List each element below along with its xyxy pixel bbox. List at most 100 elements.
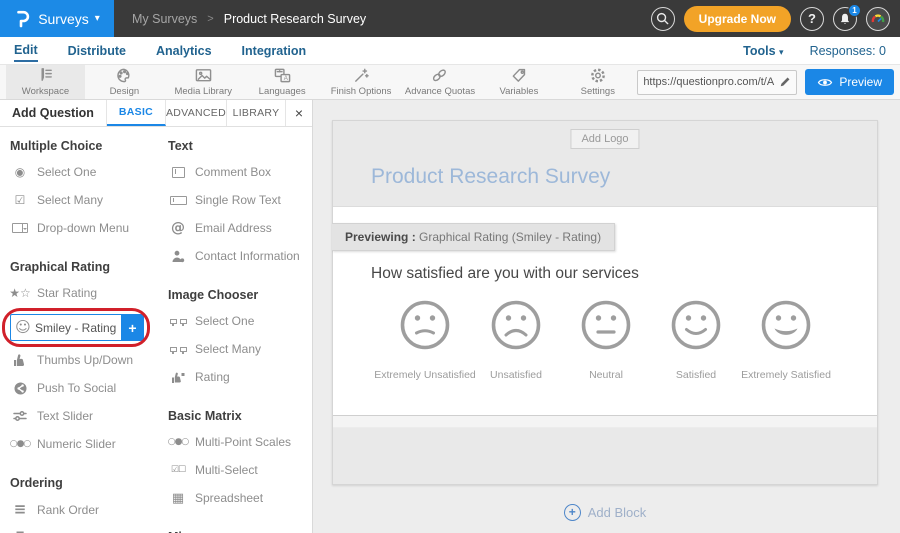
qtype-image-select-many[interactable]: Select Many bbox=[168, 342, 302, 356]
toolbar-advance-quotas[interactable]: Advance Quotas bbox=[401, 65, 480, 99]
toolbar-settings[interactable]: Settings bbox=[558, 65, 637, 99]
edit-pencil-icon[interactable] bbox=[779, 76, 791, 88]
qtype-comment-box[interactable]: Comment Box bbox=[168, 165, 302, 179]
survey-url-field[interactable] bbox=[637, 70, 797, 95]
search-button[interactable] bbox=[651, 7, 675, 31]
multi-select-icon: ☑☐ bbox=[168, 466, 188, 475]
breadcrumb-my-surveys[interactable]: My Surveys bbox=[132, 12, 197, 26]
qtype-single-row-text[interactable]: Single Row Text bbox=[168, 193, 302, 207]
tag-icon bbox=[510, 67, 528, 84]
qtype-multi-select[interactable]: ☑☐ Multi-Select bbox=[168, 463, 302, 477]
help-button[interactable]: ? bbox=[800, 7, 824, 31]
smiley-option-neutral[interactable]: Neutral bbox=[561, 299, 651, 381]
block-footer-area[interactable] bbox=[333, 416, 877, 484]
preview-button[interactable]: Preview bbox=[805, 69, 894, 95]
qtype-push-to-social[interactable]: Push To Social bbox=[10, 381, 168, 395]
breadcrumb-survey-name: Product Research Survey bbox=[224, 12, 366, 26]
nav-tab-integration[interactable]: Integration bbox=[242, 40, 307, 61]
product-switcher[interactable]: Surveys ▾ bbox=[0, 0, 114, 37]
toolbar-media-library[interactable]: Media Library bbox=[164, 65, 243, 99]
close-panel-button[interactable]: × bbox=[286, 100, 312, 126]
palette-icon bbox=[115, 67, 133, 84]
add-block-button[interactable]: + Add Block bbox=[332, 504, 878, 521]
add-smiley-rating-button[interactable]: + bbox=[121, 314, 144, 341]
toolbar-workspace[interactable]: Workspace bbox=[6, 65, 85, 99]
add-logo-button[interactable]: Add Logo bbox=[570, 129, 639, 149]
tools-menu[interactable]: Tools ▾ bbox=[743, 44, 783, 58]
smiley-option-satisfied[interactable]: Satisfied bbox=[651, 299, 741, 381]
single-row-icon bbox=[168, 196, 188, 205]
share-icon bbox=[10, 382, 30, 395]
qtype-numeric-slider[interactable]: ○●○ Numeric Slider bbox=[10, 437, 168, 451]
survey-url-input[interactable] bbox=[643, 76, 779, 88]
image-screens-icon bbox=[168, 319, 188, 324]
section-text: Text bbox=[168, 139, 302, 153]
smiley-face-icon bbox=[760, 299, 812, 351]
qtype-thumbs-up-down[interactable]: Thumbs Up/Down bbox=[10, 353, 168, 367]
tab-library[interactable]: LIBRARY bbox=[227, 100, 286, 126]
survey-nav-bar: Edit Distribute Analytics Integration To… bbox=[0, 37, 900, 64]
smiley-option-extremely-unsatisfied[interactable]: Extremely Unsatisfied bbox=[379, 299, 471, 381]
qtype-rank-order[interactable]: ≡ Rank Order bbox=[10, 502, 168, 517]
smiley-option-extremely-satisfied[interactable]: Extremely Satisfied bbox=[741, 299, 831, 381]
qtype-spreadsheet[interactable]: ▦ Spreadsheet bbox=[168, 491, 302, 505]
toolbar-variables[interactable]: Variables bbox=[479, 65, 558, 99]
toolbar-languages[interactable]: A Languages bbox=[243, 65, 322, 99]
qtype-image-rating[interactable]: Rating bbox=[168, 370, 302, 384]
question-types-column-2: Text Comment Box Single Row Text @ Email… bbox=[168, 139, 302, 533]
toolbar-finish-options[interactable]: Finish Options bbox=[322, 65, 401, 99]
nav-right-group: Tools ▾ Responses: 0 bbox=[743, 44, 886, 58]
tab-basic[interactable]: BASIC bbox=[107, 100, 166, 126]
smiley-option-unsatisfied[interactable]: Unsatisfied bbox=[471, 299, 561, 381]
thumb-rating-icon bbox=[168, 371, 188, 384]
nav-tab-distribute[interactable]: Distribute bbox=[68, 40, 126, 61]
image-icon bbox=[194, 67, 213, 84]
questionpro-logo-icon bbox=[14, 9, 32, 29]
toolbar-design[interactable]: Design bbox=[85, 65, 164, 99]
survey-title[interactable]: Product Research Survey bbox=[371, 165, 610, 189]
section-ordering: Ordering bbox=[10, 476, 168, 490]
smiley-scale: Extremely Unsatisfied Unsatisfied bbox=[379, 299, 831, 381]
qtype-contact-information[interactable]: Contact Information bbox=[168, 249, 302, 263]
smiley-face-icon bbox=[490, 299, 542, 351]
survey-header-section[interactable]: Add Logo Product Research Survey bbox=[333, 121, 877, 206]
qtype-text-slider[interactable]: Text Slider bbox=[10, 409, 168, 423]
qtype-select-many[interactable]: ☑ Select Many bbox=[10, 193, 168, 207]
product-name: Surveys bbox=[38, 11, 89, 27]
qtype-smiley-rating[interactable]: ☺ Smiley - Rating + bbox=[10, 314, 144, 341]
topbar-actions: Upgrade Now ? 1 bbox=[651, 6, 900, 32]
account-avatar[interactable] bbox=[866, 7, 890, 31]
qtype-multi-point-scales[interactable]: ○●○ Multi-Point Scales bbox=[168, 435, 302, 449]
multi-point-icon: ○●○ bbox=[168, 438, 188, 447]
eye-icon bbox=[817, 77, 833, 88]
qtype-email-address[interactable]: @ Email Address bbox=[168, 221, 302, 235]
panel-tab-bar: Add Question BASIC ADVANCED LIBRARY × bbox=[0, 100, 312, 127]
workspace-icon bbox=[36, 67, 55, 84]
previewing-tab: Previewing : Graphical Rating (Smiley - … bbox=[332, 223, 615, 251]
qtype-select-one[interactable]: ◉ Select One bbox=[10, 165, 168, 179]
nav-tab-analytics[interactable]: Analytics bbox=[156, 40, 212, 61]
gear-icon bbox=[589, 67, 607, 84]
edit-toolbar: Workspace Design Media Library A Languag… bbox=[0, 64, 900, 100]
qtype-image-select-one[interactable]: Select One bbox=[168, 314, 302, 328]
radio-icon: ◉ bbox=[10, 166, 30, 178]
question-types-column-1: Multiple Choice ◉ Select One ☑ Select Ma… bbox=[10, 139, 168, 533]
magic-wand-icon bbox=[352, 67, 370, 84]
responses-count: Responses: 0 bbox=[810, 44, 886, 58]
smiley-face-icon bbox=[670, 299, 722, 351]
upgrade-now-button[interactable]: Upgrade Now bbox=[684, 6, 791, 32]
help-icon: ? bbox=[808, 11, 816, 26]
question-text[interactable]: How satisfied are you with our services bbox=[371, 265, 639, 283]
qtype-star-rating[interactable]: ★☆ Star Rating bbox=[10, 286, 168, 300]
section-image-chooser: Image Chooser bbox=[168, 288, 302, 302]
chevron-down-icon: ▾ bbox=[95, 13, 100, 24]
star-rating-icon: ★☆ bbox=[10, 287, 30, 299]
qtype-dropdown-menu[interactable]: Drop-down Menu bbox=[10, 221, 168, 235]
question-types: Multiple Choice ◉ Select One ☑ Select Ma… bbox=[0, 127, 312, 533]
notifications-button[interactable]: 1 bbox=[833, 7, 857, 31]
question-preview-card: Previewing : Graphical Rating (Smiley - … bbox=[333, 206, 877, 416]
toolbar-right-group: Preview bbox=[637, 65, 900, 99]
tab-advanced[interactable]: ADVANCED bbox=[166, 100, 227, 126]
nav-tab-edit[interactable]: Edit bbox=[14, 39, 38, 62]
slider-icon bbox=[10, 410, 30, 422]
